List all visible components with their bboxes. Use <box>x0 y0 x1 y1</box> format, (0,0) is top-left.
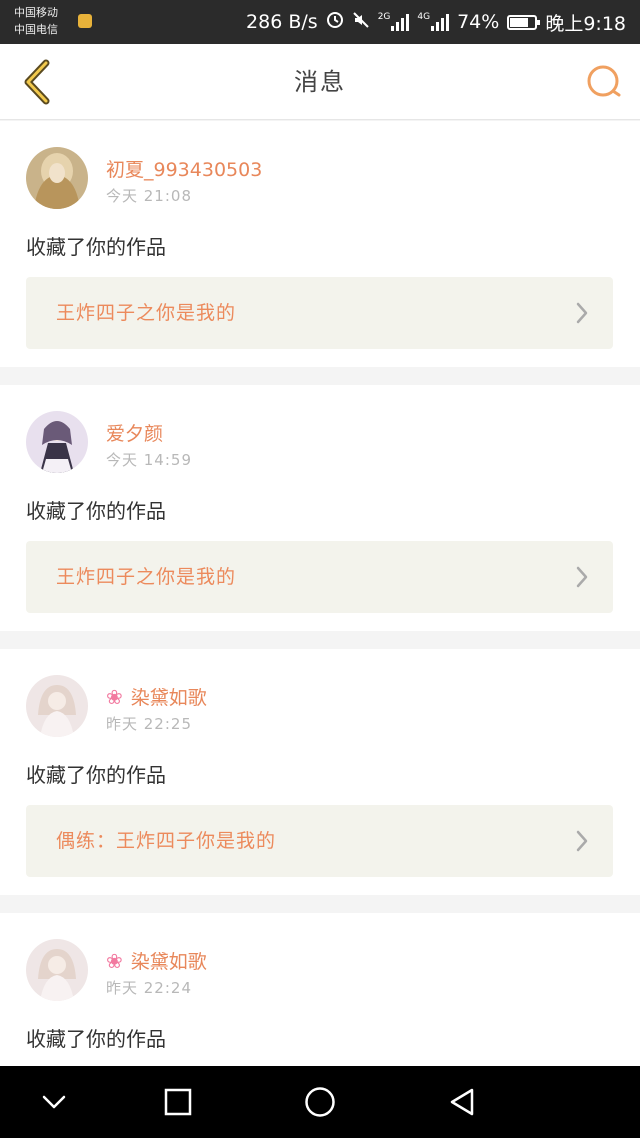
chevron-right-icon <box>576 302 588 324</box>
back-button[interactable] <box>12 54 60 110</box>
work-link[interactable]: 王炸四子之你是我的 <box>26 541 613 613</box>
message-card: ❀ 染黛如歌 昨天 22:25 收藏了你的作品 偶练：王炸四子你是我的 <box>0 649 640 895</box>
work-title: 王炸四子之你是我的 <box>56 566 237 588</box>
message-time: 今天 14:59 <box>106 451 192 469</box>
signal-bars-icon <box>431 13 450 31</box>
action-text: 收藏了你的作品 <box>26 1027 166 1051</box>
username[interactable]: 爱夕颜 <box>106 419 163 446</box>
home-button[interactable] <box>300 1082 340 1122</box>
action-text: 收藏了你的作品 <box>26 235 166 259</box>
chevron-right-icon <box>576 566 588 588</box>
signal-4g: 4G <box>417 13 450 31</box>
signal-2g: 2G <box>378 13 410 31</box>
work-title: 王炸四子之你是我的 <box>56 302 237 324</box>
action-text: 收藏了你的作品 <box>26 763 166 787</box>
chevron-left-icon <box>24 59 50 105</box>
flower-icon: ❀ <box>106 684 123 709</box>
clock: 晚上9:18 <box>545 12 626 35</box>
avatar[interactable] <box>26 675 88 737</box>
message-card: 爱夕颜 今天 14:59 收藏了你的作品 王炸四子之你是我的 <box>0 385 640 631</box>
message-time: 昨天 22:24 <box>106 979 192 997</box>
message-card: 初夏_993430503 今天 21:08 收藏了你的作品 王炸四子之你是我的 <box>0 121 640 367</box>
square-icon <box>164 1088 192 1116</box>
message-time: 今天 21:08 <box>106 187 192 205</box>
alarm-icon <box>326 11 344 34</box>
message-card: ❀ 染黛如歌 昨天 22:24 收藏了你的作品 <box>0 913 640 1066</box>
message-list[interactable]: 初夏_993430503 今天 21:08 收藏了你的作品 王炸四子之你是我的 … <box>0 121 640 1066</box>
work-link[interactable]: 偶练：王炸四子你是我的 <box>26 805 613 877</box>
carrier-2: 中国电信 <box>14 23 58 36</box>
username-text: 染黛如歌 <box>130 951 207 973</box>
header-bar: 消息 <box>0 44 640 120</box>
message-time: 昨天 22:25 <box>106 715 192 733</box>
avatar[interactable] <box>26 411 88 473</box>
chevron-right-icon <box>576 830 588 852</box>
username-text: 染黛如歌 <box>130 687 207 709</box>
mute-icon <box>352 11 370 34</box>
recent-apps-button[interactable] <box>158 1082 198 1122</box>
status-indicators: 286 B/s 2G 4G 74% 晚上9:18 <box>246 0 626 44</box>
system-nav-bar <box>0 1066 640 1138</box>
username-text: 爱夕颜 <box>106 423 164 445</box>
username[interactable]: ❀ 染黛如歌 <box>106 947 207 974</box>
triangle-back-icon <box>450 1088 474 1116</box>
chevron-down-icon <box>42 1095 66 1109</box>
battery-percent: 74% <box>457 11 500 33</box>
hide-nav-button[interactable] <box>34 1082 74 1122</box>
page-title: 消息 <box>294 68 346 96</box>
username[interactable]: 初夏_993430503 <box>106 155 262 182</box>
carrier-labels: 中国移动 中国电信 <box>14 4 58 38</box>
username-text: 初夏_993430503 <box>106 159 263 181</box>
work-link[interactable]: 王炸四子之你是我的 <box>26 277 613 349</box>
notification-icon <box>78 14 92 28</box>
search-button[interactable] <box>582 60 626 104</box>
circle-icon <box>305 1087 335 1117</box>
search-icon <box>587 65 621 97</box>
battery-icon <box>507 14 541 30</box>
carrier-1: 中国移动 <box>14 6 58 19</box>
avatar[interactable] <box>26 147 88 209</box>
net-speed: 286 B/s <box>246 11 318 33</box>
work-title: 偶练：王炸四子你是我的 <box>56 830 277 852</box>
action-text: 收藏了你的作品 <box>26 499 166 523</box>
flower-icon: ❀ <box>106 948 123 973</box>
avatar[interactable] <box>26 939 88 1001</box>
back-nav-button[interactable] <box>442 1082 482 1122</box>
signal-bars-icon <box>391 13 410 31</box>
status-bar: 中国移动 中国电信 286 B/s 2G 4G 74% 晚上9:18 <box>0 0 640 44</box>
username[interactable]: ❀ 染黛如歌 <box>106 683 207 710</box>
